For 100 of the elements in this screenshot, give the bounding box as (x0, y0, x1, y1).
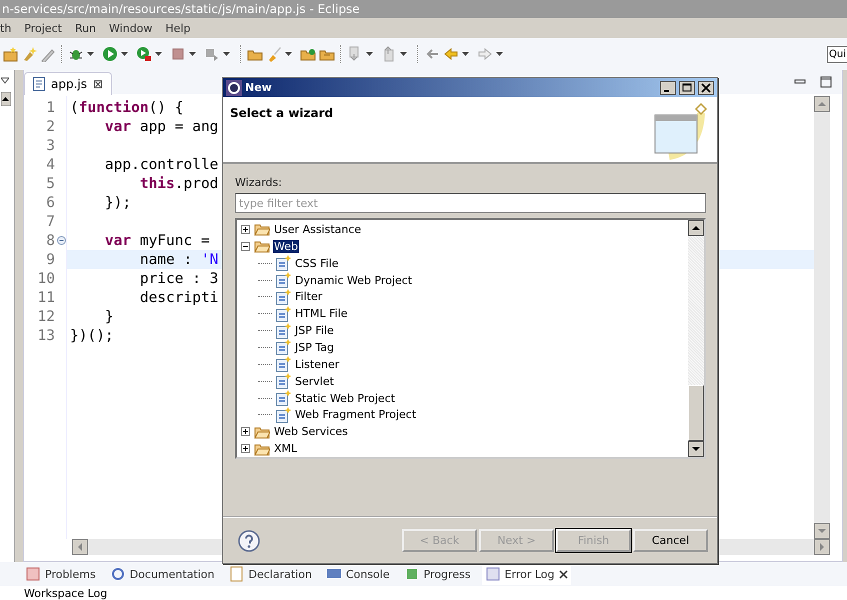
dialog-button[interactable]: Cancel (633, 529, 708, 552)
dropdown-caret-icon[interactable] (155, 52, 162, 56)
code-line: (function() { (70, 100, 184, 116)
dropdown-caret-icon[interactable] (285, 52, 292, 56)
line-number: 9 (46, 252, 55, 268)
line-number: 7 (46, 214, 55, 230)
maximize-icon[interactable] (820, 76, 832, 88)
wizard-heading: Select a wizard (230, 106, 334, 120)
tree-item[interactable]: Filter (294, 290, 324, 304)
code-line: this.prod (138, 176, 218, 192)
tree-item[interactable]: User Assistance (273, 222, 362, 236)
close-icon[interactable]: ⊠ (93, 76, 104, 90)
tree-item[interactable]: Web Fragment Project (294, 408, 418, 422)
panel-tab[interactable]: Documentation (106, 563, 218, 585)
collapse-icon[interactable] (241, 242, 250, 251)
tab-label[interactable]: app.js (51, 76, 87, 90)
folder-icon (254, 424, 270, 439)
line-number: 11 (38, 290, 55, 306)
panel-tab[interactable]: Problems (22, 563, 99, 585)
panel-tab[interactable]: Console (322, 563, 393, 585)
expand-icon[interactable] (241, 224, 250, 234)
scrollbar-thumb[interactable] (688, 385, 704, 441)
dropdown-caret-icon[interactable] (366, 52, 373, 56)
dropdown-caret-icon[interactable] (223, 52, 230, 56)
line-number: 5 (46, 176, 55, 192)
code-line: price : 3 (138, 270, 218, 286)
menu-item[interactable]: Project (24, 22, 62, 34)
tree-item[interactable]: HTML File (294, 307, 349, 320)
close-icon[interactable] (558, 570, 568, 578)
panel-tab[interactable]: Progress (400, 563, 474, 585)
menu-item[interactable]: th (0, 22, 12, 34)
window-title: n-services/src/main/resources/static/js/main/app.js - Eclipse (2, 2, 360, 16)
folder-icon (254, 222, 270, 236)
panel-title: Workspace Log (24, 586, 108, 600)
scroll-up-icon[interactable] (1, 92, 11, 106)
tree-item[interactable]: Web Services (273, 425, 349, 438)
run-tool-icon[interactable] (136, 46, 152, 62)
tree-item[interactable]: JSP File (294, 324, 335, 338)
tree-item[interactable]: JSP Tag (294, 340, 335, 354)
line-number: 1 (46, 100, 55, 116)
code-line: name : 'N (138, 252, 218, 268)
minimize-icon[interactable] (660, 80, 676, 94)
folder-icon (254, 442, 270, 456)
file-icon (275, 390, 291, 406)
panel-tab[interactable]: Declaration (226, 563, 315, 585)
file-icon (275, 356, 291, 372)
filter-field[interactable]: type filter text (235, 193, 706, 213)
file-icon (275, 306, 291, 322)
maximize-icon[interactable] (679, 80, 695, 94)
tree-item[interactable]: XML (273, 442, 298, 456)
tree-item[interactable]: Static Web Project (294, 392, 396, 405)
dropdown-caret-icon[interactable] (87, 52, 94, 56)
line-number: 12 (38, 308, 55, 324)
code-line: } (104, 308, 114, 324)
close-icon[interactable] (698, 80, 714, 94)
declaration-icon (228, 566, 245, 582)
new-folder-icon[interactable] (2, 46, 18, 62)
menu-item[interactable]: Window (109, 22, 152, 34)
menu-item[interactable]: Help (165, 22, 190, 34)
dialog-title: New (245, 81, 272, 94)
file-icon (275, 272, 291, 288)
stop-icon[interactable] (170, 46, 186, 62)
help-icon[interactable] (238, 530, 260, 552)
run-icon[interactable] (102, 46, 118, 62)
tree-item[interactable]: Servlet (294, 374, 335, 388)
scroll-down-icon[interactable] (688, 441, 704, 457)
view-menu-icon[interactable] (1, 76, 9, 84)
code-line: var app = ang (104, 118, 218, 134)
dropdown-caret-icon[interactable] (496, 52, 503, 56)
file-icon (275, 406, 291, 423)
code-line: app.controlle (104, 156, 218, 172)
log-icon (484, 566, 501, 582)
dropdown-caret-icon[interactable] (189, 52, 196, 56)
menu-item[interactable]: Run (74, 22, 96, 34)
tree-item[interactable]: Web (273, 240, 299, 253)
line-number: 6 (46, 194, 55, 210)
dropdown-caret-icon[interactable] (121, 52, 128, 56)
line-number: 3 (46, 138, 55, 154)
folder-icon[interactable] (300, 46, 316, 62)
file-icon (275, 288, 291, 305)
line-number: 13 (38, 328, 55, 344)
line-number: 8 (46, 232, 55, 248)
expand-icon[interactable] (241, 444, 250, 454)
code-line: }); (104, 194, 132, 210)
expand-icon[interactable] (241, 427, 250, 436)
file-icon (275, 373, 291, 390)
editor-tab[interactable]: app.js ⊠ (24, 72, 112, 94)
panel-tab[interactable]: Error Log (482, 563, 571, 585)
dropdown-caret-icon[interactable] (462, 52, 469, 56)
quick-access-field[interactable]: Qui (827, 46, 847, 62)
scroll-up-icon[interactable] (688, 220, 704, 236)
problems-icon (25, 566, 41, 582)
js-file-icon (33, 76, 45, 90)
tree-item[interactable]: Listener (294, 358, 340, 371)
tree-item[interactable]: Dynamic Web Project (294, 274, 414, 286)
file-icon (275, 255, 291, 272)
file-icon (275, 322, 291, 339)
dropdown-caret-icon[interactable] (400, 52, 407, 56)
tree-item[interactable]: CSS File (294, 256, 340, 270)
field-label: Wizards: (235, 176, 283, 189)
